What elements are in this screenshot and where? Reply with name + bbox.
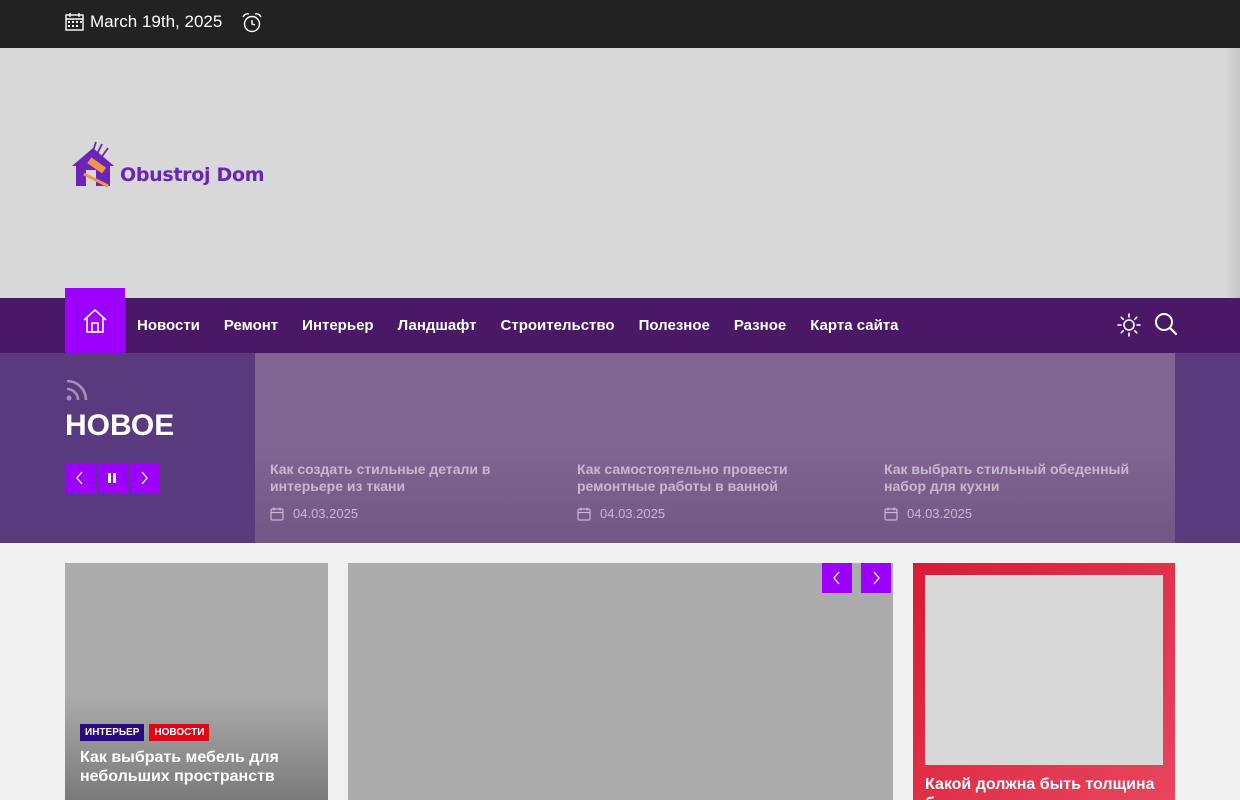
ticker-item[interactable]: Как выбрать стильный обеденный набор для… [869,353,1175,543]
ticker-item-title[interactable]: Как создать стильные детали в интерьере … [270,461,540,495]
ticker-next-button[interactable] [129,463,159,493]
ticker-item[interactable]: Как создать стильные детали в интерьере … [255,353,562,543]
ticker-item-date-text: 04.03.2025 [293,506,359,521]
rss-icon [66,379,88,401]
nav-item-poleznoe[interactable]: Полезное [639,317,710,334]
ticker-prev-button[interactable] [65,463,95,493]
slider-next-button[interactable] [861,563,891,593]
home-icon [83,308,107,333]
theme-toggle-sun-icon[interactable] [1117,313,1141,337]
ticker-item-title[interactable]: Как выбрать стильный обеденный набор для… [884,461,1154,495]
search-icon[interactable] [1154,312,1178,336]
chevron-right-icon [141,471,148,485]
category-tag-news[interactable]: НОВОСТИ [149,724,210,741]
ticker-track: Как создать стильные детали в интерьере … [255,353,1175,543]
chevron-right-icon [873,571,880,585]
home-button[interactable] [65,288,125,353]
calendar-icon [270,507,284,521]
nav-item-landshaft[interactable]: Ландшафт [398,317,477,334]
news-ticker: НОВОЕ Как создать стильные детали в инте… [0,353,1240,543]
calendar-icon [577,507,591,521]
ticker-item-title[interactable]: Как самостоятельно провести ремонтные ра… [577,461,847,495]
calendar-icon [65,13,84,31]
ticker-right-panel [1175,353,1240,543]
ticker-item-date: 04.03.2025 [884,506,972,521]
ticker-item-date-text: 04.03.2025 [907,506,973,521]
date-display: March 19th, 2025 [65,12,222,32]
main-navigation: Новости Ремонт Интерьер Ландшафт Строите… [0,288,1240,353]
nav-item-karta-saita[interactable]: Карта сайта [810,317,898,334]
card-thumbnail[interactable] [925,575,1163,765]
ticker-header-panel: НОВОЕ [0,353,255,543]
ticker-item-date: 04.03.2025 [577,506,665,521]
house-logo-icon [72,141,114,188]
featured-card-title[interactable]: Какой должна быть толщина б [925,775,1165,800]
nav-menu: Новости Ремонт Интерьер Ландшафт Строите… [137,298,922,353]
slider-prev-button[interactable] [822,563,852,593]
nav-item-interer[interactable]: Интерьер [302,317,373,334]
chevron-left-icon [76,471,83,485]
featured-slider[interactable] [348,563,893,800]
nav-item-remont[interactable]: Ремонт [224,317,278,334]
nav-item-stroitelstvo[interactable]: Строительство [501,317,615,334]
header-edge-shadow [1226,48,1240,298]
category-tags: ИНТЕРЬЕР НОВОСТИ [80,724,214,741]
ticker-item-date: 04.03.2025 [270,506,358,521]
featured-card-left[interactable]: ИНТЕРЬЕР НОВОСТИ Как выбрать мебель для … [65,563,328,800]
top-bar: March 19th, 2025 [0,0,1240,48]
nav-item-raznoe[interactable]: Разное [734,317,786,334]
chevron-left-icon [833,571,840,585]
current-date: March 19th, 2025 [90,12,223,31]
alarm-clock-icon [242,13,262,33]
featured-card-right[interactable]: Какой должна быть толщина б [913,563,1175,800]
category-tag-interior[interactable]: ИНТЕРЬЕР [80,724,145,741]
ticker-item[interactable]: Как самостоятельно провести ремонтные ра… [562,353,869,543]
site-header: Obustroj Dom [0,48,1240,298]
site-logo[interactable]: Obustroj Dom [68,140,265,188]
pause-icon [108,473,116,483]
featured-card-title[interactable]: Как выбрать мебель для небольших простра… [80,748,320,786]
ticker-item-date-text: 04.03.2025 [600,506,666,521]
nav-item-novosti[interactable]: Новости [137,317,200,334]
ticker-title: НОВОЕ [65,409,175,442]
ticker-pause-button[interactable] [97,463,127,493]
calendar-icon [884,507,898,521]
logo-text: Obustroj Dom [120,164,265,186]
